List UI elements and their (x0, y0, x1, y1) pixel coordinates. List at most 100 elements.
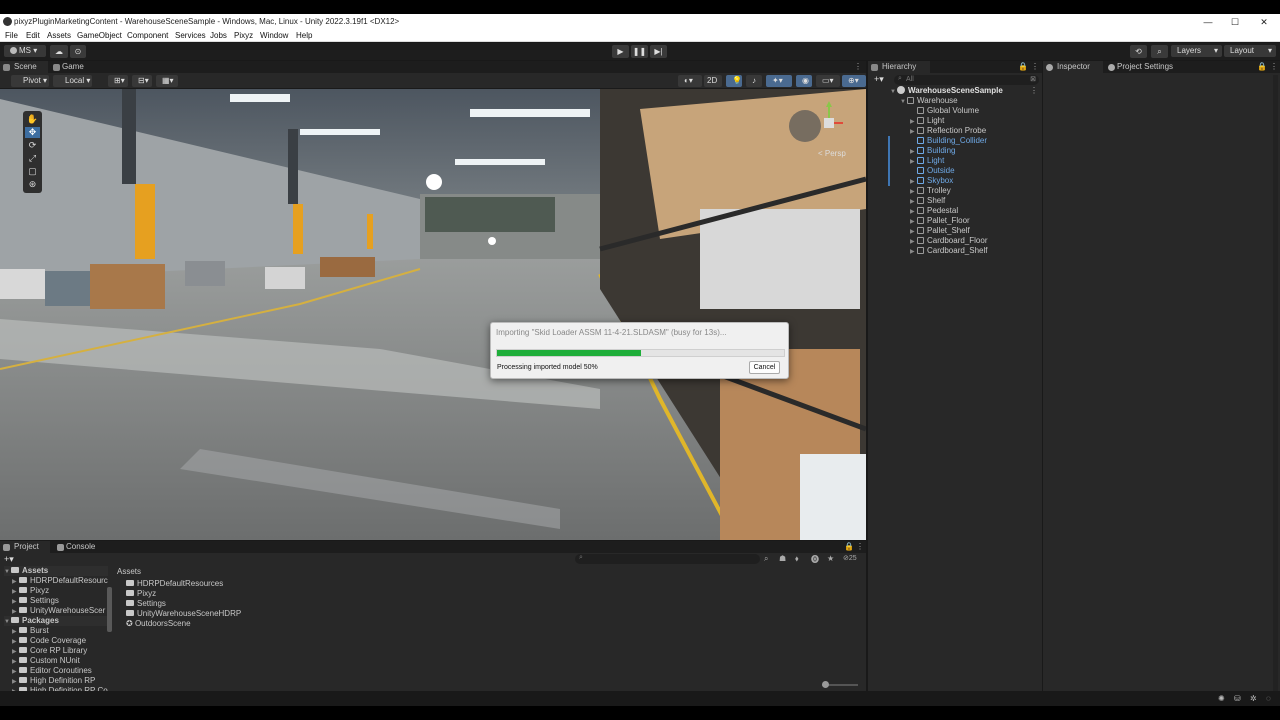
project-tree-item[interactable]: ▶ HDRPDefaultResourc (12, 576, 108, 586)
scene-root-item[interactable]: ▼ WarehouseSceneSample (890, 86, 1040, 96)
hidden-count-badge[interactable]: ⊘25 (843, 554, 857, 562)
label-icon[interactable]: ⬧ (795, 554, 799, 564)
effects-toggle-icon[interactable]: ✦▾ (766, 75, 792, 87)
hierarchy-item[interactable]: ▶ Shelf (910, 196, 945, 206)
menu-file[interactable]: File (5, 31, 18, 40)
menu-jobs[interactable]: Jobs (210, 31, 227, 40)
grid-visibility-icon[interactable]: ▦▾ (156, 75, 178, 87)
asset-item[interactable]: Settings (126, 599, 166, 609)
grid-snap-icon[interactable]: ⊞▾ (108, 75, 128, 87)
hierarchy-item[interactable]: ▶ Pedestal (910, 206, 958, 216)
hierarchy-item[interactable]: ▶ Skybox (910, 176, 953, 186)
snap-increment-icon[interactable]: ⊟▾ (132, 75, 152, 87)
hierarchy-item[interactable]: ▶ Trolley (910, 186, 951, 196)
history-icon[interactable]: ⟲ (1130, 45, 1147, 58)
menu-gameobject[interactable]: GameObject (77, 31, 122, 40)
menu-services[interactable]: Services (175, 31, 206, 40)
hierarchy-item[interactable]: Outside (910, 166, 955, 176)
search-by-type-icon[interactable]: ⌕ (764, 554, 768, 564)
asset-item[interactable]: HDRPDefaultResources (126, 579, 223, 589)
layers-dropdown[interactable]: Layers ▾ (1171, 45, 1222, 57)
expand-arrow-icon[interactable]: ▼ (890, 87, 897, 97)
hierarchy-item[interactable]: ▶ Light (910, 156, 944, 166)
expand-arrow-icon[interactable]: ▶ (910, 247, 917, 257)
project-tree-item[interactable]: ▶ Core RP Library (12, 646, 87, 656)
expand-arrow-icon[interactable]: ▼ (900, 97, 907, 107)
tab-console[interactable]: Console (54, 541, 104, 553)
project-tree-item[interactable]: ▶ High Definition RP (12, 676, 95, 686)
move-tool-icon[interactable]: ✥ (25, 127, 40, 138)
hierarchy-item[interactable]: Building_Collider (910, 136, 987, 146)
menu-help[interactable]: Help (296, 31, 312, 40)
projection-label[interactable]: < Persp (818, 149, 846, 158)
tab-scene[interactable]: Scene (0, 61, 48, 73)
project-search-input[interactable]: ⌕ (575, 554, 760, 564)
progress-spinner-icon[interactable]: ◌ (1266, 694, 1271, 703)
collab-icon[interactable]: ⊙ (70, 45, 86, 58)
menu-pixyz[interactable]: Pixyz (234, 31, 253, 40)
tab-project-settings[interactable]: Project Settings (1105, 61, 1195, 73)
hierarchy-item[interactable]: ▶ Reflection Probe (910, 126, 986, 136)
search-icon[interactable]: ⌕ (1151, 45, 1168, 58)
menu-window[interactable]: Window (260, 31, 288, 40)
project-tree-item[interactable]: ▶ UnityWarehouseScer (12, 606, 105, 616)
hierarchy-item[interactable]: ▶ Pallet_Shelf (910, 226, 970, 236)
lighting-toggle-icon[interactable]: 💡 (726, 75, 742, 87)
menu-assets[interactable]: Assets (47, 31, 71, 40)
layout-dropdown[interactable]: Layout ▾ (1224, 45, 1276, 57)
draw-mode-icon[interactable]: ◐▾ (678, 75, 702, 87)
search-filter-icon[interactable]: ⊠ (1030, 75, 1036, 83)
hierarchy-item[interactable]: ▶ Cardboard_Floor (910, 236, 987, 246)
project-tree-item[interactable]: ▶ Settings (12, 596, 59, 606)
create-asset-button[interactable]: +▾ (4, 554, 14, 565)
scene-viewport[interactable]: ✋ ✥ ⟳ ⤢ ▢ ⊛ < Persp (0, 89, 866, 540)
expand-arrow-icon[interactable]: ▼ (4, 567, 11, 577)
play-button[interactable]: ▶ (612, 45, 629, 58)
hierarchy-item[interactable]: ▶ Pallet_Floor (910, 216, 970, 226)
pause-button[interactable]: ❚❚ (631, 45, 648, 58)
rect-tool-icon[interactable]: ▢ (25, 166, 40, 177)
rotate-tool-icon[interactable]: ⟳ (25, 140, 40, 151)
project-tree-item[interactable]: ▼ Packages (4, 616, 108, 626)
warning-icon[interactable]: ⓿ (811, 554, 819, 565)
project-tree-item[interactable]: ▶ Code Coverage (12, 636, 86, 646)
project-tree-item[interactable]: ▶ Burst (12, 626, 49, 636)
scene-options-icon[interactable]: ⋮ (1030, 86, 1038, 95)
minimize-button[interactable]: — (1201, 16, 1215, 28)
close-button[interactable]: ✕ (1257, 16, 1271, 28)
asset-item[interactable]: ✪ OutdoorsScene (126, 619, 191, 629)
step-button[interactable]: ▶| (650, 45, 667, 58)
inspector-options-icon[interactable]: ⋮ (1270, 62, 1278, 71)
toggle-2d-button[interactable]: 2D (704, 75, 722, 87)
hierarchy-search-input[interactable]: ⌕ All ⊠ (894, 75, 1039, 85)
hierarchy-options-icon[interactable]: ⋮ (1031, 62, 1039, 71)
icon-size-slider[interactable] (822, 681, 858, 688)
camera-settings-icon[interactable]: ▭▾ (816, 75, 840, 87)
filter-icon[interactable]: ☗ (779, 554, 786, 563)
lock-icon[interactable]: 🔒 (1018, 62, 1028, 71)
icon-size-slider-handle[interactable] (822, 681, 829, 688)
hidden-objects-icon[interactable]: ◉ (796, 75, 812, 87)
transform-tool-icon[interactable]: ⊛ (25, 179, 40, 190)
project-lock-icon[interactable]: 🔒 (844, 542, 854, 551)
lighting-status-icon[interactable]: ✲ (1250, 694, 1257, 703)
cache-server-icon[interactable]: ⛁ (1234, 694, 1241, 703)
more-options-icon[interactable]: ⋮ (854, 62, 862, 71)
favorite-star-icon[interactable]: ★ (827, 554, 834, 563)
hierarchy-item[interactable]: ▶ Building (910, 146, 955, 156)
inspector-lock-icon[interactable]: 🔒 (1257, 62, 1267, 71)
tree-scrollbar[interactable] (107, 587, 112, 632)
menu-component[interactable]: Component (127, 31, 168, 40)
project-tree-item[interactable]: ▶ Pixyz (12, 586, 49, 596)
hierarchy-item[interactable]: Global Volume (910, 106, 979, 116)
account-dropdown[interactable]: MS ▾ (4, 45, 46, 57)
asset-breadcrumb[interactable]: Assets (117, 567, 141, 577)
project-tree-item[interactable]: ▼ Assets (4, 566, 108, 576)
hierarchy-item[interactable]: ▶ Cardboard_Shelf (910, 246, 987, 256)
audio-toggle-icon[interactable]: ♪ (746, 75, 762, 87)
scale-tool-icon[interactable]: ⤢ (25, 153, 40, 164)
cancel-button[interactable]: Cancel (749, 361, 780, 374)
tab-inspector[interactable]: Inspector (1043, 61, 1103, 73)
add-object-button[interactable]: +▾ (874, 74, 884, 85)
tab-game[interactable]: Game (50, 61, 95, 73)
